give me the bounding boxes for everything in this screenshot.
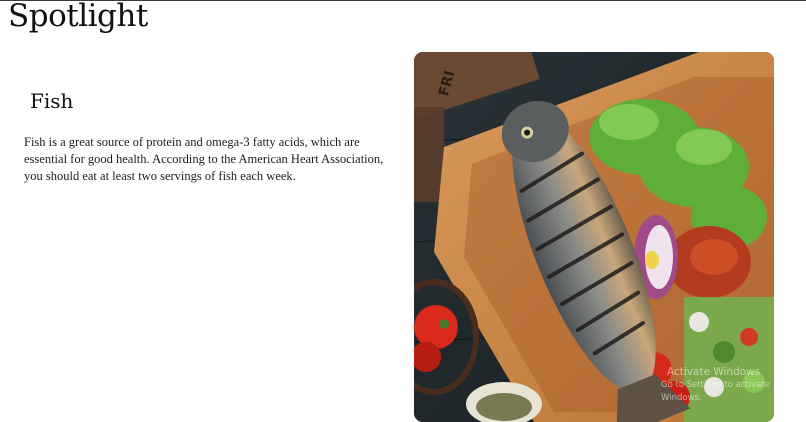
spotlight-heading: Fish	[30, 89, 74, 113]
watermark-line1: Activate Windows	[667, 366, 761, 378]
spotlight-description: Fish is a great source of protein and om…	[24, 135, 384, 183]
page-title: Spotlight	[8, 0, 148, 34]
activate-windows-watermark: Activate Windows Go to Settings to activ…	[661, 366, 806, 405]
watermark-line2: Go to Settings to activate Windows.	[661, 380, 770, 403]
